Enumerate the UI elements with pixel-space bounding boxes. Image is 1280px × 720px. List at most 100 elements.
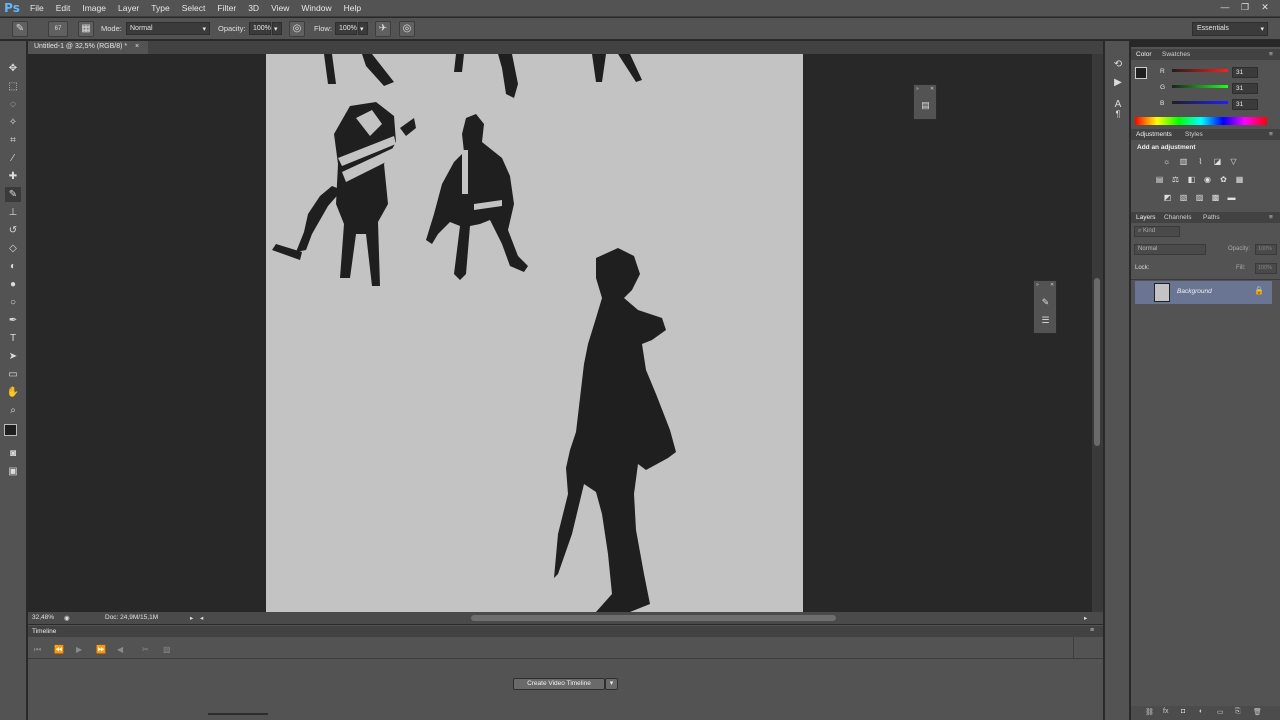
tab-adjustments[interactable]: Adjustments [1136,131,1172,138]
eraser-tool-icon[interactable]: ◇ [5,241,21,256]
zoom-tool-icon[interactable]: ⌕ [5,403,21,418]
pressure-opacity-icon[interactable]: ◎ [289,21,305,37]
menu-3d[interactable]: 3D [242,3,265,13]
document-canvas[interactable] [266,54,803,612]
timeline-tab[interactable]: Timeline [32,628,56,635]
layer-row-background[interactable]: Background 🔒 [1135,281,1272,304]
brush-preset-icon[interactable]: ✎ [12,21,28,37]
menu-view[interactable]: View [265,3,295,13]
link-layers-icon[interactable]: ⛓ [1145,708,1154,716]
menu-select[interactable]: Select [176,3,212,13]
gradient-map-icon[interactable]: ▬ [1226,193,1237,203]
channel-b-slider[interactable] [1172,101,1228,104]
menu-filter[interactable]: Filter [211,3,242,13]
paragraph-icon[interactable]: ¶ [1110,107,1126,122]
lasso-tool-icon[interactable]: ◌ [5,97,21,112]
close-icon[interactable]: ✕ [1050,282,1054,288]
opacity-input[interactable]: 100% [249,22,271,35]
play-icon[interactable]: ▶ [76,645,82,654]
channel-r-slider[interactable] [1172,69,1228,72]
menu-window[interactable]: Window [295,3,337,13]
lock-icon[interactable]: 🔒 [1254,286,1264,295]
quick-mask-icon[interactable]: ◙ [5,446,21,461]
healing-brush-tool-icon[interactable]: ✚ [5,169,21,184]
hue-saturation-icon[interactable]: ▤ [1154,175,1165,185]
mode-select[interactable]: Normal ▾ [126,22,210,35]
go-to-first-frame-icon[interactable]: ⏮ [34,645,41,655]
vibrance-icon[interactable]: ▽ [1228,157,1239,167]
blend-mode-select[interactable]: Normal [1134,244,1206,255]
canvas-area[interactable]: » ✕ ▤ » ✕ ✎ ☰ [28,54,1092,612]
posterize-icon[interactable]: ▧ [1178,193,1189,203]
scroll-left-icon[interactable]: ◂ [200,614,203,622]
history-brush-tool-icon[interactable]: ↺ [5,223,21,238]
vertical-scroll-thumb[interactable] [1094,278,1100,446]
levels-icon[interactable]: ▥ [1178,157,1189,167]
eyedropper-tool-icon[interactable]: ⁄ [5,151,21,166]
tab-paths[interactable]: Paths [1203,214,1220,221]
scroll-right-icon[interactable]: ▸ [1084,614,1087,622]
zoom-slider-track[interactable] [208,713,268,715]
document-tab[interactable]: Untitled-1 @ 32,5% (RGB/8) * × [28,41,148,54]
zoom-level[interactable]: 32,48% [32,614,54,621]
actions-icon[interactable]: ▶ [1110,75,1126,90]
create-video-timeline-button[interactable]: Create Video Timeline [513,678,605,690]
dodge-tool-icon[interactable]: ○ [5,295,21,310]
tab-styles[interactable]: Styles [1185,131,1203,138]
channel-b-value[interactable]: 31 [1232,99,1258,110]
exposure-icon[interactable]: ◪ [1212,157,1223,167]
channel-g-slider[interactable] [1172,85,1228,88]
selective-color-icon[interactable]: ▩ [1210,193,1221,203]
threshold-icon[interactable]: ▨ [1194,193,1205,203]
pen-tool-icon[interactable]: ✒ [5,313,21,328]
foreground-color-swatch[interactable] [4,424,17,436]
status-options-icon[interactable]: ◉ [64,614,70,622]
photo-filter-icon[interactable]: ◉ [1202,175,1213,185]
history-icon[interactable]: ⟲ [1110,57,1126,72]
pressure-size-icon[interactable]: ◎ [399,21,415,37]
brush-tool-icon[interactable]: ✎ [5,187,21,202]
panel-menu-icon[interactable]: ≡ [1269,131,1273,138]
airbrush-icon[interactable]: ✈ [375,21,391,37]
panel-menu-icon[interactable]: ≡ [1269,51,1273,58]
new-layer-icon[interactable]: ⎘ [1235,708,1241,716]
menu-edit[interactable]: Edit [50,3,77,13]
fill-input[interactable]: 100% [1255,263,1277,274]
menu-image[interactable]: Image [76,3,112,13]
brush-panel-toggle-icon[interactable]: ▦ [78,21,94,37]
move-tool-icon[interactable]: ✥ [5,61,21,76]
status-menu-arrow-icon[interactable]: ▸ [190,614,193,622]
tab-channels[interactable]: Channels [1164,214,1191,221]
hand-tool-icon[interactable]: ✋ [5,385,21,400]
panel-menu-icon[interactable]: ≡ [1090,627,1094,634]
paint-bucket-tool-icon[interactable]: ◐ [5,259,21,274]
new-adjustment-icon[interactable]: ◐ [1199,708,1203,715]
curves-icon[interactable]: ⌇ [1195,157,1206,167]
close-icon[interactable]: ✕ [930,86,934,92]
channel-g-value[interactable]: 31 [1232,83,1258,94]
opacity-dropdown[interactable]: ▾ [272,22,282,35]
foreground-color-chip[interactable] [1135,67,1147,79]
horizontal-scroll-thumb[interactable] [471,615,836,621]
brush-presets-icon[interactable]: ✎ [1039,297,1052,309]
previous-frame-icon[interactable]: ⏪ [54,645,64,654]
brush-size-picker[interactable]: 67 [48,21,68,37]
info-panel-icon[interactable]: ▤ [919,100,932,112]
tab-layers[interactable]: Layers [1136,214,1156,221]
transition-icon[interactable]: ▨ [163,645,171,654]
flow-input[interactable]: 100% [335,22,357,35]
screen-mode-icon[interactable]: ▣ [5,464,21,479]
color-balance-icon[interactable]: ⚖ [1170,175,1181,185]
type-tool-icon[interactable]: T [5,331,21,346]
close-tab-icon[interactable]: × [135,43,139,50]
audio-icon[interactable]: ◀ [117,645,123,654]
minimize-button[interactable]: — [1218,1,1232,13]
menu-file[interactable]: File [24,3,50,13]
channel-mixer-icon[interactable]: ✿ [1218,175,1229,185]
menu-type[interactable]: Type [145,3,175,13]
collapse-icon[interactable]: » [916,86,919,92]
restore-button[interactable]: ❐ [1238,1,1252,13]
brightness-contrast-icon[interactable]: ☼ [1161,157,1172,167]
layer-opacity-input[interactable]: 100% [1255,244,1277,255]
flow-dropdown[interactable]: ▾ [358,22,368,35]
